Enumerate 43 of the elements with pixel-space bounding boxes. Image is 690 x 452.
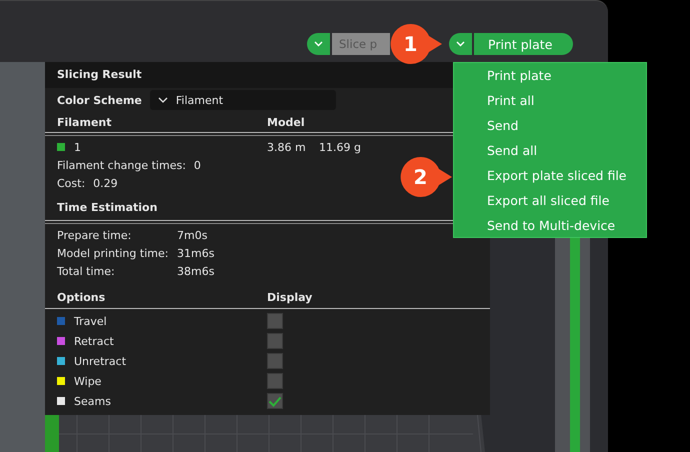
menu-item[interactable]: Send: [454, 114, 646, 139]
time-label: Prepare time:: [57, 228, 132, 242]
menu-item[interactable]: Export all sliced file: [454, 189, 646, 214]
column-header: Options: [57, 290, 106, 304]
display-checkbox[interactable]: [267, 393, 283, 409]
time-label: Total time:: [57, 264, 116, 278]
print-button[interactable]: Print plate: [474, 33, 573, 55]
display-checkbox[interactable]: [267, 373, 283, 389]
time-label: Model printing time:: [57, 246, 170, 260]
menu-item[interactable]: Export plate sliced file: [454, 164, 646, 189]
time-value: 7m0s: [177, 228, 208, 242]
column-header: Model: [267, 116, 305, 128]
display-checkbox[interactable]: [267, 333, 283, 349]
time-value: 38m6s: [177, 264, 214, 278]
option-label: Retract: [74, 334, 114, 348]
filament-length: 3.86 m: [267, 140, 307, 154]
cost-value: 0.29: [93, 176, 118, 190]
chevron-down-icon: [456, 41, 465, 47]
checkmark-icon: [268, 396, 282, 406]
option-label: Seams: [74, 394, 111, 408]
option-label: Unretract: [74, 354, 126, 368]
dropdown-toggle[interactable]: [449, 33, 472, 55]
menu-item[interactable]: Send all: [454, 139, 646, 164]
menu-item[interactable]: Send to Multi-device: [454, 214, 646, 239]
column-header: Display: [267, 290, 312, 304]
color-scheme-dropdown[interactable]: Filament: [150, 90, 336, 110]
chevron-down-icon: [158, 97, 168, 103]
display-checkbox[interactable]: [267, 313, 283, 329]
dropdown-toggle[interactable]: [307, 33, 330, 55]
chevron-down-icon: [314, 41, 323, 47]
time-value: 31m6s: [177, 246, 214, 260]
change-times-value: 0: [194, 158, 201, 172]
column-header: Filament: [57, 116, 112, 128]
filament-weight: 11.69 g: [319, 140, 361, 154]
menu-item[interactable]: Print all: [454, 89, 646, 114]
filament-name: 1: [74, 140, 81, 154]
option-label: Travel: [74, 314, 107, 328]
section-title: Time Estimation: [57, 200, 158, 214]
cost-label: Cost:: [57, 176, 86, 190]
change-times-label: Filament change times:: [57, 158, 186, 172]
color-scheme-label: Color Scheme: [57, 94, 142, 106]
display-checkbox[interactable]: [267, 353, 283, 369]
option-label: Wipe: [74, 374, 102, 388]
